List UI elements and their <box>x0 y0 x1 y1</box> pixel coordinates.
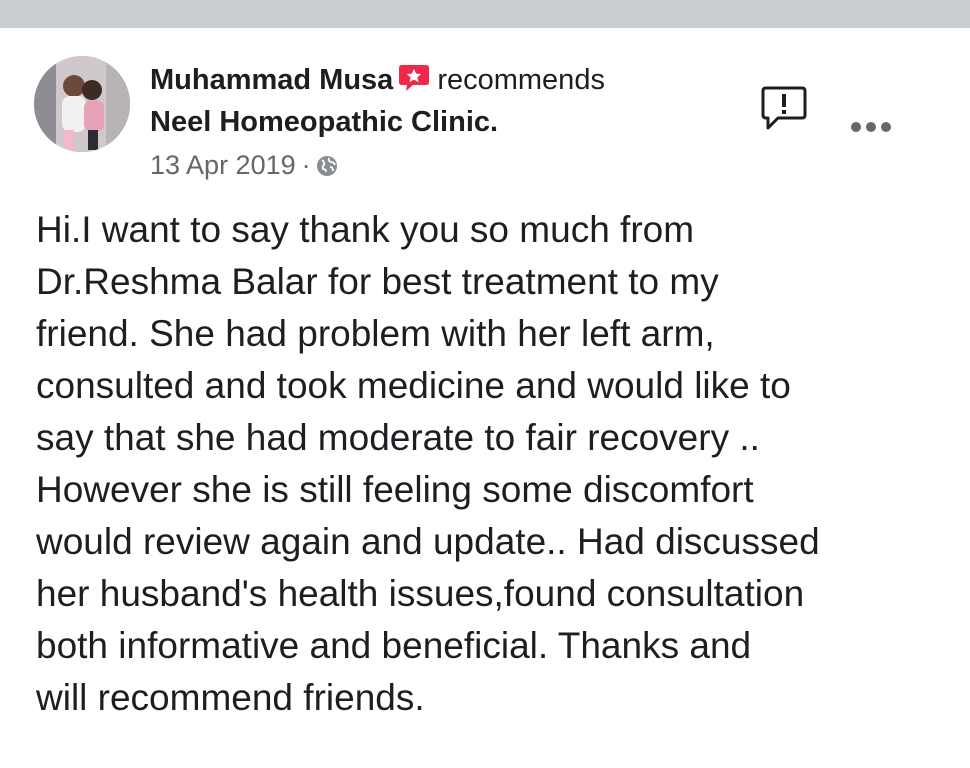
meta-separator: · <box>301 150 311 180</box>
top-divider-bar <box>0 0 970 28</box>
post-date[interactable]: 13 Apr 2019 <box>150 150 296 180</box>
page-name[interactable]: Neel Homeopathic Clinic. <box>150 106 498 138</box>
page-line: Neel Homeopathic Clinic. <box>150 104 498 140</box>
avatar-photo <box>34 56 130 152</box>
author-name[interactable]: Muhammad Musa <box>150 64 393 96</box>
avatar[interactable] <box>34 56 130 152</box>
author-line: Muhammad Musa recommends <box>150 62 605 98</box>
post-body: Hi.I want to say thank you so much from … <box>36 209 820 718</box>
recommends-label: recommends <box>437 64 605 96</box>
recommend-badge-icon <box>397 63 431 93</box>
post-meta: 13 Apr 2019 · <box>150 148 339 182</box>
recommendation-post: Muhammad Musa recommends Neel Homeopathi… <box>0 28 970 768</box>
report-icon[interactable] <box>760 84 808 134</box>
globe-icon <box>315 152 339 176</box>
more-options-icon[interactable] <box>850 120 892 134</box>
